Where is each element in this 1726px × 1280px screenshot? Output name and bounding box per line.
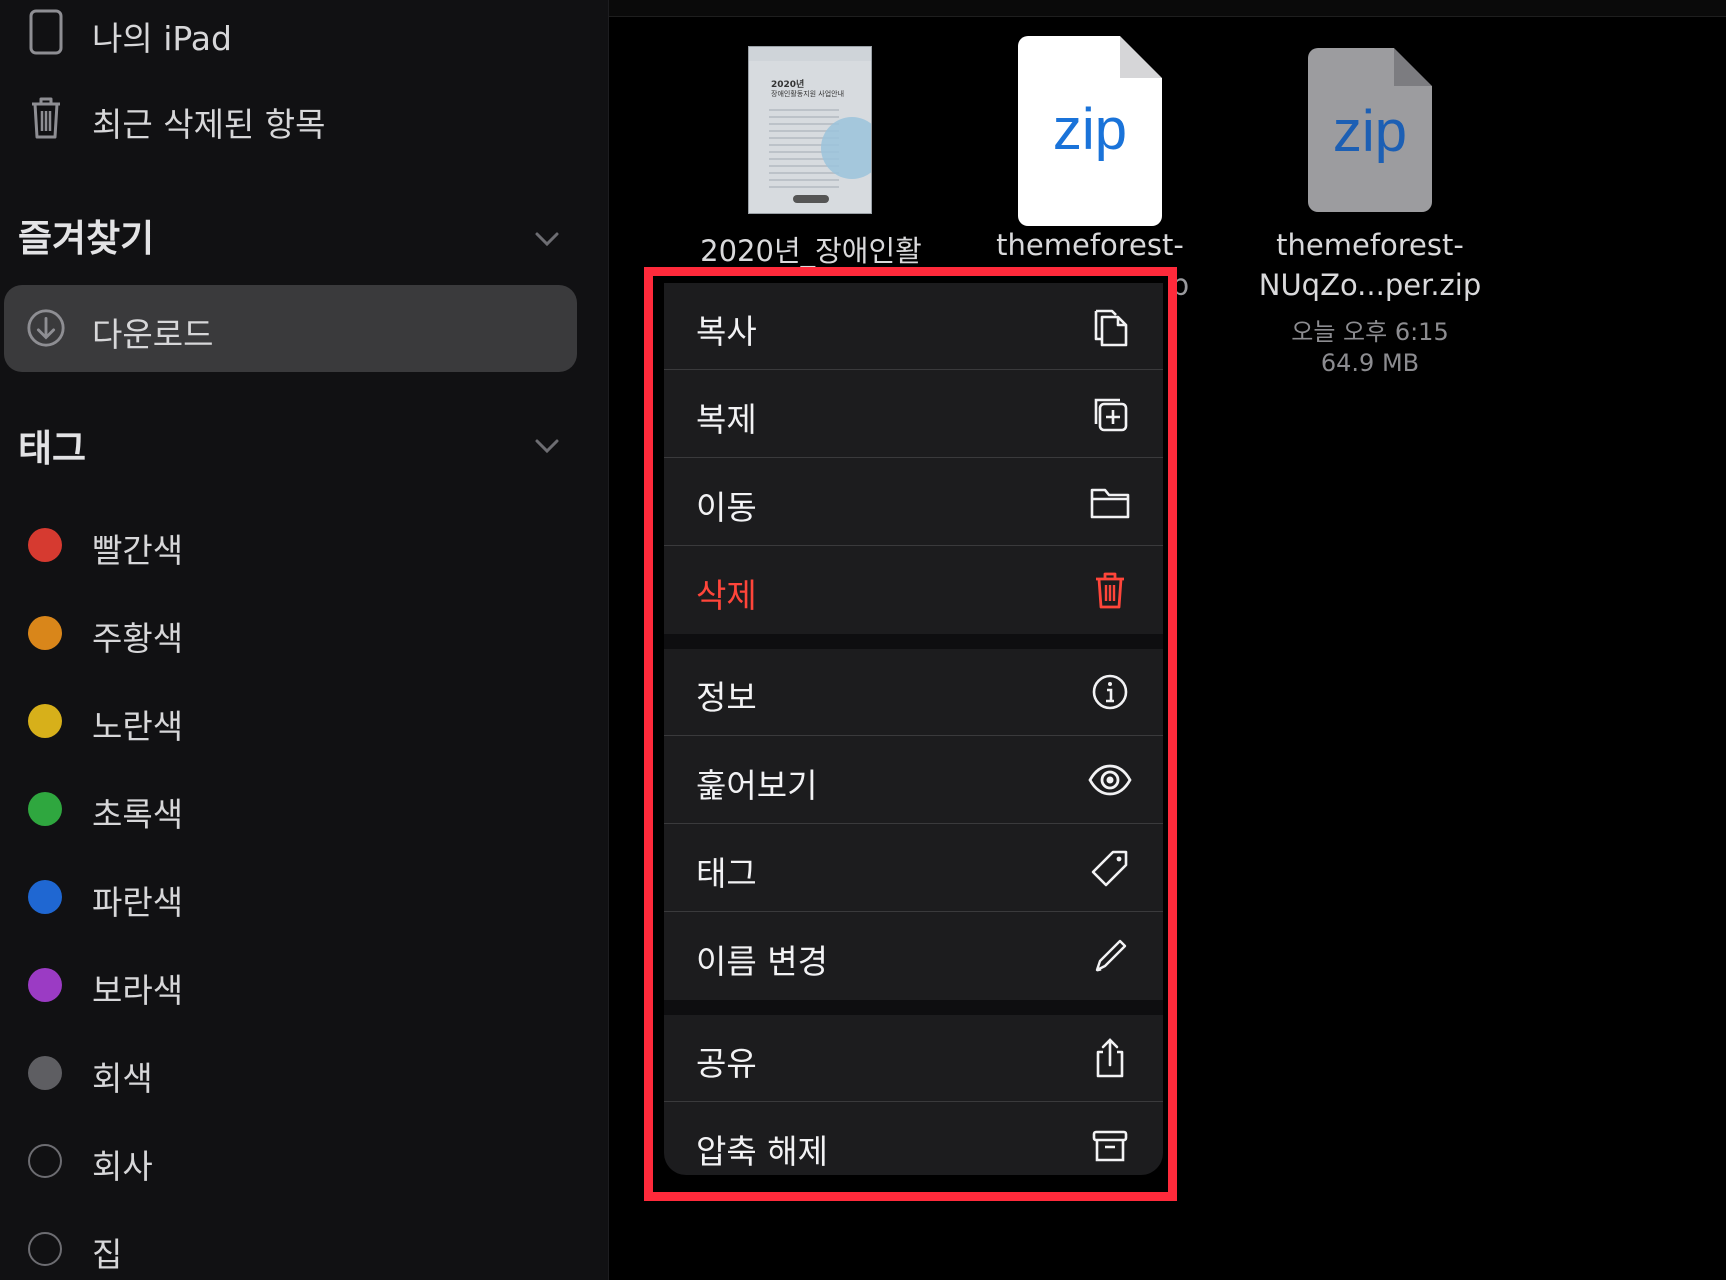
tag-color-dot — [28, 792, 62, 826]
file-name[interactable]: themeforest- — [990, 228, 1190, 262]
ipad-icon — [26, 8, 66, 56]
sidebar-item-downloads-content: 다운로드 — [0, 304, 600, 354]
thumbnail-text: 장애인활동지원 사업안내 — [771, 90, 845, 98]
tag-color-dot — [28, 616, 62, 650]
file-name[interactable]: NUqZo...per.zip — [1240, 268, 1500, 302]
file-date: 오늘 오후 6:15 — [1291, 318, 1449, 346]
chevron-down-icon[interactable] — [532, 224, 562, 254]
sidebar-item-my-ipad[interactable]: 나의 iPad — [0, 8, 600, 58]
tag-label: 회사 — [92, 1147, 153, 1186]
tag-item[interactable]: 주황색 — [0, 608, 600, 658]
highlight-box — [644, 267, 1177, 1201]
zip-file-icon[interactable]: zip — [1308, 48, 1432, 212]
sidebar-item-label: 나의 iPad — [92, 19, 232, 58]
tag-item[interactable]: 파란색 — [0, 872, 600, 922]
tags-section-title: 태그 — [18, 427, 87, 470]
tag-color-dot — [28, 968, 62, 1002]
zip-file-icon[interactable]: zip — [1018, 36, 1162, 226]
tag-item[interactable]: 보라색 — [0, 960, 600, 1010]
tag-item[interactable]: 초록색 — [0, 784, 600, 834]
tag-label: 빨간색 — [92, 531, 184, 570]
sidebar-item-label: 최근 삭제된 항목 — [92, 105, 326, 144]
sidebar-item-recently-deleted[interactable]: 최근 삭제된 항목 — [0, 94, 600, 144]
toolbar-edge — [609, 0, 1726, 17]
tag-label: 집 — [92, 1235, 123, 1274]
tag-item[interactable]: 회색 — [0, 1048, 600, 1098]
zip-label: zip — [1052, 97, 1128, 162]
tag-label: 초록색 — [92, 795, 184, 834]
sidebar: 나의 iPad 최근 삭제된 항목 즐겨찾기 다운로드 태그 빨간색주황색노란색… — [0, 0, 609, 1280]
tag-color-dot — [28, 528, 62, 562]
favorites-section-title: 즐겨찾기 — [18, 217, 155, 260]
tag-color-dot — [28, 880, 62, 914]
tag-color-dot — [28, 1144, 62, 1178]
file-name[interactable]: themeforest- — [1240, 228, 1500, 262]
tag-item[interactable]: 집 — [0, 1224, 600, 1274]
sidebar-item-label: 다운로드 — [92, 315, 214, 354]
tag-label: 보라색 — [92, 971, 184, 1010]
tag-item[interactable]: 회사 — [0, 1136, 600, 1186]
tag-label: 파란색 — [92, 883, 184, 922]
tag-label: 노란색 — [92, 707, 184, 746]
file-name[interactable]: 2020년_장애인활 — [680, 228, 942, 270]
tag-color-dot — [28, 1056, 62, 1090]
tag-label: 회색 — [92, 1059, 153, 1098]
tag-color-dot — [28, 704, 62, 738]
tag-item[interactable]: 노란색 — [0, 696, 600, 746]
zip-label: zip — [1332, 99, 1408, 164]
download-icon — [26, 304, 66, 352]
tag-color-dot — [28, 1232, 62, 1266]
tag-item[interactable]: 빨간색 — [0, 520, 600, 570]
tag-label: 주황색 — [92, 619, 184, 658]
pdf-thumbnail[interactable]: 2020년 장애인활동지원 사업안내 — [748, 46, 872, 214]
trash-icon — [26, 94, 66, 142]
chevron-down-icon[interactable] — [532, 431, 562, 461]
file-size: 64.9 MB — [1320, 349, 1420, 377]
